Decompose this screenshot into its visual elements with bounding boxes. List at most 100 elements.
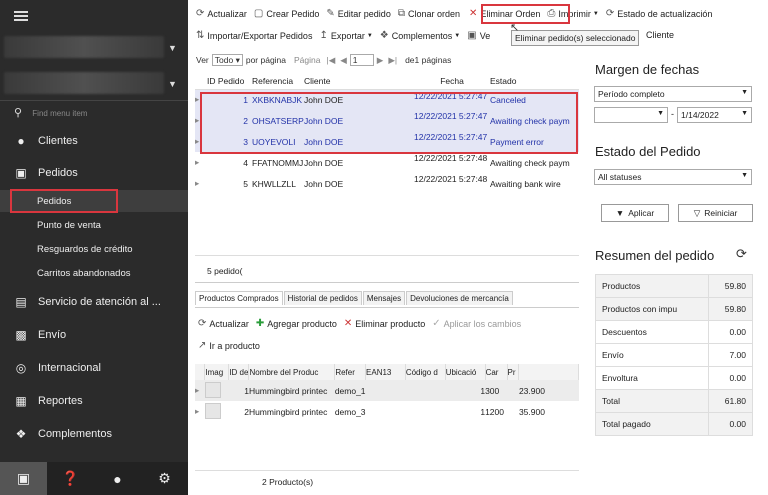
first-page-icon[interactable]: |◀ [326, 55, 335, 66]
chart-icon: ▦ [15, 394, 27, 408]
refresh-icon: ⟳ [196, 8, 205, 19]
goto-product-button[interactable]: ↗ Ir a producto [198, 340, 267, 351]
prev-page-icon[interactable]: ◀ [340, 55, 347, 66]
splitter[interactable] [195, 282, 579, 283]
summary-title: Resumen del pedido [595, 248, 715, 263]
create-order-button[interactable]: ▢ Crear Pedido [254, 8, 319, 19]
summary-row: Envoltura 0.00 [595, 366, 753, 390]
edit-order-button[interactable]: ✎ Editar pedido [326, 8, 390, 19]
table-row[interactable]: ▸ 2 OHSATSERP John DOE 12/22/2021 5:27:47 Awa… [195, 110, 579, 131]
table-row[interactable]: ▸ 1 Hummingbird printec demo_1 1 300 23.900 [195, 380, 579, 401]
tab-devoluciones[interactable]: Devoluciones de mercancía [406, 291, 513, 305]
col-id[interactable]: ID Pedido [207, 74, 252, 90]
table-row[interactable]: ▸ 4 FFATNOMMJ John DOE 12/22/2021 5:27:48 Awa… [195, 152, 579, 173]
print-button[interactable]: ⎙ Imprimir ▼ [547, 8, 598, 19]
col-date[interactable]: Fecha [414, 74, 490, 90]
last-page-icon[interactable]: ▶| [388, 55, 397, 66]
hamburger-icon[interactable] [14, 11, 28, 21]
chevron-down-icon[interactable]: ▼ [168, 43, 177, 53]
apply-button[interactable]: ▼ Aplicar [601, 204, 669, 222]
chevron-down-icon[interactable]: ▼ [168, 79, 177, 89]
next-page-icon[interactable]: ▶ [377, 55, 384, 66]
col-quantity[interactable]: Car [485, 364, 508, 380]
export-button[interactable]: ↥ Exportar ▼ [319, 30, 372, 41]
col-client[interactable]: Cliente [304, 74, 414, 90]
gear-icon[interactable]: ⚙ [141, 470, 188, 487]
search-input[interactable]: Find menu item [32, 109, 87, 118]
add-product-button[interactable]: ✚ Agregar producto [256, 318, 337, 329]
sidebar-item-internacional[interactable]: ◎ Internacional [0, 357, 188, 379]
col-location[interactable]: Ubicació [445, 364, 486, 380]
table-row[interactable]: ▸ 1 XKBKNABJK John DOE 12/22/2021 5:27:47 Can… [195, 89, 579, 110]
date-from-select[interactable]: ▼ [594, 107, 668, 123]
sidebar-item-envio[interactable]: ▩ Envío [0, 324, 188, 346]
import-export-button[interactable]: ⇅ Importar/Exportar Pedidos [196, 30, 312, 41]
products-refresh-button[interactable]: ⟳ Actualizar [198, 318, 249, 329]
cursor-icon: ↖ [510, 22, 520, 34]
date-to-select[interactable]: 1/14/2022 ▼ [677, 107, 752, 123]
tab-historial[interactable]: Historial de pedidos [283, 291, 362, 305]
store-selector[interactable] [4, 36, 164, 58]
sidebar-subitem-carritos[interactable]: Carritos abandonados [0, 262, 188, 284]
sidebar-subitem-resguardos[interactable]: Resguardos de crédito [0, 238, 188, 260]
delete-order-button[interactable]: ✕ Eliminar Orden [469, 8, 540, 19]
client-button[interactable]: Cliente [646, 30, 674, 40]
sidebar-item-servicio[interactable]: ▤ Servicio de atención al ... [0, 291, 188, 313]
detail-tabs: Productos Comprados Historial de pedidos… [195, 291, 514, 305]
view-button[interactable]: ▣ Ve [467, 30, 490, 41]
document-icon: ▢ [253, 8, 264, 19]
update-status-button[interactable]: ⟳ Estado de actualización [606, 8, 712, 19]
addons-button[interactable]: ❖ Complementos ▼ [380, 30, 460, 41]
sidebar-item-complementos[interactable]: ❖ Complementos [0, 423, 188, 445]
col-image[interactable]: Imag [204, 364, 230, 380]
tab-productos[interactable]: Productos Comprados [195, 291, 283, 305]
sidebar-item-pedidos[interactable]: ▣ Pedidos [0, 162, 188, 184]
summary-row: Descuentos 0.00 [595, 320, 753, 344]
chat-icon: ▤ [15, 295, 27, 309]
refresh-button[interactable]: ⟳ Actualizar [196, 8, 247, 19]
sidebar-item-reportes[interactable]: ▦ Reportes [0, 390, 188, 412]
col-ref[interactable]: Referencia [252, 74, 304, 90]
store-icon[interactable]: ▣ [0, 462, 47, 495]
table-row[interactable]: ▸ 3 UOYEVOLI John DOE 12/22/2021 5:27:47 Paym… [195, 131, 579, 152]
refresh-icon[interactable]: ⟳ [736, 246, 747, 262]
help-icon[interactable]: ❓ [47, 470, 94, 487]
col-product-ref[interactable]: Refer [334, 364, 367, 380]
pager: Ver Todo ▾ por página Página |◀ ◀ 1 ▶ ▶|… [196, 54, 452, 66]
date-range-title: Margen de fechas [595, 62, 700, 77]
apply-changes-button[interactable]: ✓ Aplicar los cambios [432, 318, 521, 329]
tab-mensajes[interactable]: Mensajes [362, 291, 406, 305]
sidebar-subitem-punto-de-venta[interactable]: Punto de venta [0, 214, 188, 236]
reset-button[interactable]: ▽ Reiniciar [678, 204, 753, 222]
clone-order-button[interactable]: ⧉ Clonar orden [398, 8, 460, 19]
col-product-id[interactable]: ID de [228, 364, 250, 380]
per-page-select[interactable]: Todo ▾ [211, 54, 243, 66]
summary-row: Envío 7.00 [595, 343, 753, 367]
status-select[interactable]: All statuses ▼ [594, 169, 752, 185]
products-table: Imag ID de Nombre del Produc Refer EAN13… [195, 364, 579, 422]
shop-selector[interactable] [4, 72, 164, 94]
page-input[interactable]: 1 [349, 54, 374, 66]
table-row[interactable]: ▸ 5 KHWLLZLL John DOE 12/22/2021 5:27:48 Awai… [195, 173, 579, 194]
check-icon: ✓ [432, 318, 441, 329]
product-thumbnail [204, 402, 221, 419]
link-icon: ↗ [198, 340, 207, 351]
table-row[interactable]: ▸ 2 Hummingbird printec demo_3 1 1200 35.900 [195, 401, 579, 422]
col-product-name[interactable]: Nombre del Produc [248, 364, 336, 380]
col-status[interactable]: Estado [490, 74, 579, 90]
sidebar-subitem-pedidos[interactable]: Pedidos [0, 190, 188, 212]
col-code[interactable]: Código d [405, 364, 446, 380]
delete-tooltip: Eliminar pedido(s) seleccionado [511, 30, 640, 46]
table-header: Imag ID de Nombre del Produc Refer EAN13… [195, 364, 579, 380]
period-select[interactable]: Período completo ▼ [594, 86, 752, 102]
col-ean13[interactable]: EAN13 [365, 364, 406, 380]
close-icon: ✕ [469, 8, 478, 19]
puzzle-icon: ❖ [379, 30, 389, 41]
lock-icon[interactable]: ● [94, 471, 141, 487]
delete-product-button[interactable]: ✕ Eliminar producto [344, 318, 425, 329]
menu-search[interactable]: ⚲ Find menu item [14, 106, 184, 122]
summary-table: Productos 59.80 Productos con impu 59.80 D… [595, 274, 753, 436]
chevron-down-icon: ▼ [657, 110, 664, 117]
col-price[interactable]: Pr [507, 364, 520, 380]
sidebar-item-clientes[interactable]: ● Clientes [0, 130, 188, 152]
